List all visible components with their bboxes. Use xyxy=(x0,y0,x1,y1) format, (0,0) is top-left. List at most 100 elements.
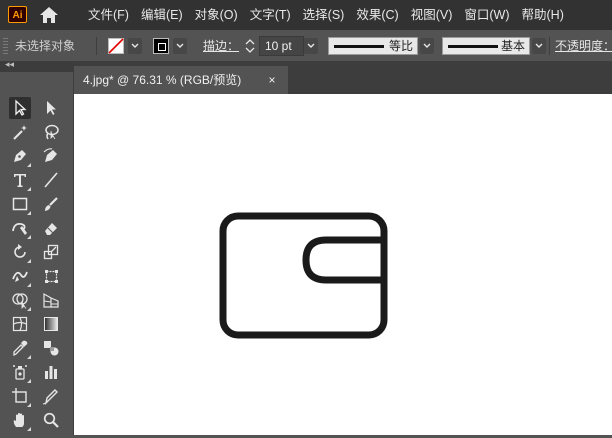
line-segment-tool[interactable] xyxy=(40,169,62,191)
slice-icon xyxy=(42,389,58,405)
pen-tool[interactable] xyxy=(9,145,31,167)
chevron-down-icon xyxy=(535,43,543,48)
paintbrush-icon xyxy=(45,197,58,211)
menu-select[interactable]: 选择(S) xyxy=(297,0,351,30)
wallet-body-shape[interactable] xyxy=(219,212,388,339)
menu-items: 文件(F) 编辑(E) 对象(O) 文字(T) 选择(S) 效果(C) 视图(V… xyxy=(82,0,570,30)
profile-dropdown[interactable] xyxy=(420,38,434,54)
eraser-tool[interactable] xyxy=(40,217,62,239)
app-logo: Ai xyxy=(8,6,27,23)
menu-window[interactable]: 窗口(W) xyxy=(458,0,515,30)
control-bar: 未选择对象 描边： 10 pt 等比 基本 不透明度： xyxy=(0,30,612,62)
variable-width-profile[interactable]: 等比 xyxy=(328,37,418,55)
rotate-tool[interactable] xyxy=(9,241,31,263)
eraser-icon xyxy=(45,223,57,235)
control-bar-grip[interactable] xyxy=(3,38,8,54)
menu-edit[interactable]: 编辑(E) xyxy=(135,0,189,30)
hand-tool[interactable] xyxy=(9,409,31,431)
menu-type[interactable]: 文字(T) xyxy=(244,0,297,30)
collapse-icon[interactable]: ◂◂ xyxy=(5,59,14,70)
tool-group-indicator xyxy=(27,163,31,167)
document-tab[interactable]: 4.jpg* @ 76.31 % (RGB/预览) × xyxy=(74,66,288,94)
fill-swatch[interactable] xyxy=(108,38,124,54)
shaper-tool[interactable] xyxy=(9,217,31,239)
stroke-weight-stepper[interactable] xyxy=(244,37,256,55)
gradient-icon xyxy=(44,317,58,331)
stepper-arrows-icon xyxy=(245,39,255,53)
wallet-clasp-shape[interactable] xyxy=(302,236,384,284)
blend-tool[interactable] xyxy=(40,337,62,359)
wallet-artwork[interactable] xyxy=(74,94,612,435)
tool-group-indicator xyxy=(27,187,31,191)
menu-help[interactable]: 帮助(H) xyxy=(516,0,570,30)
shape-builder-tool[interactable] xyxy=(9,289,31,311)
brush-dropdown[interactable] xyxy=(532,38,546,54)
stroke-swatch-inner xyxy=(158,43,166,51)
tool-group-indicator xyxy=(27,307,31,311)
artboard-tool[interactable] xyxy=(9,385,31,407)
paintbrush-tool[interactable] xyxy=(40,193,62,215)
rectangle-tool[interactable] xyxy=(9,193,31,215)
column-graph-icon xyxy=(45,366,57,379)
magic-wand-icon xyxy=(13,125,27,140)
profile-label: 等比 xyxy=(388,39,413,53)
divider xyxy=(549,37,550,55)
menu-bar: Ai 文件(F) 编辑(E) 对象(O) 文字(T) 选择(S) 效果(C) 视… xyxy=(0,0,612,30)
mesh-icon xyxy=(12,316,28,332)
tool-group-indicator xyxy=(27,283,31,287)
scale-icon xyxy=(43,244,59,260)
tool-group-indicator xyxy=(27,211,31,215)
tool-group-indicator xyxy=(27,235,31,239)
menu-file[interactable]: 文件(F) xyxy=(82,0,135,30)
menu-object[interactable]: 对象(O) xyxy=(189,0,244,30)
mesh-tool[interactable] xyxy=(9,313,31,335)
stroke-weight-dropdown[interactable] xyxy=(304,38,318,54)
zoom-icon xyxy=(43,412,59,428)
perspective-grid-icon xyxy=(43,292,59,308)
magic-wand-tool[interactable] xyxy=(9,121,31,143)
curvature-tool[interactable] xyxy=(40,145,62,167)
curvature-pen-icon xyxy=(43,148,57,162)
tool-group-indicator xyxy=(27,427,31,431)
perspective-grid-tool[interactable] xyxy=(40,289,62,311)
tool-group-indicator xyxy=(27,403,31,407)
line-segment-icon xyxy=(44,172,58,188)
stroke-swatch[interactable] xyxy=(153,38,169,54)
document-tab-title: 4.jpg* @ 76.31 % (RGB/预览) xyxy=(83,73,242,87)
selection-tool[interactable] xyxy=(9,97,31,119)
direct-selection-icon xyxy=(47,101,56,115)
stroke-weight-input[interactable]: 10 pt xyxy=(259,36,304,56)
opacity-label[interactable]: 不透明度： xyxy=(555,30,612,62)
stroke-dropdown[interactable] xyxy=(173,38,187,54)
free-transform-tool[interactable] xyxy=(40,265,62,287)
fill-dropdown[interactable] xyxy=(128,38,142,54)
chevron-down-icon xyxy=(176,43,184,48)
divider xyxy=(96,37,97,55)
lasso-tool[interactable] xyxy=(40,121,62,143)
brush-definition[interactable]: 基本 xyxy=(442,37,530,55)
tool-group-indicator xyxy=(27,259,31,263)
close-icon[interactable]: × xyxy=(265,66,279,94)
width-tool[interactable] xyxy=(9,265,31,287)
eyedropper-tool[interactable] xyxy=(9,337,31,359)
scale-tool[interactable] xyxy=(40,241,62,263)
symbol-sprayer-tool[interactable] xyxy=(9,361,31,383)
brush-label: 基本 xyxy=(500,39,525,53)
profile-preview-line xyxy=(334,45,384,48)
zoom-tool[interactable] xyxy=(40,409,62,431)
type-tool[interactable] xyxy=(9,169,31,191)
tool-group-indicator xyxy=(27,355,31,359)
tools-panel-header[interactable]: ◂◂ xyxy=(0,59,74,72)
blend-icon xyxy=(44,341,59,356)
menu-view[interactable]: 视图(V) xyxy=(405,0,459,30)
direct-selection-tool[interactable] xyxy=(40,97,62,119)
home-icon[interactable] xyxy=(38,5,60,25)
selection-arrow-icon xyxy=(15,99,27,116)
menu-effect[interactable]: 效果(C) xyxy=(350,0,404,30)
chevron-down-icon xyxy=(423,43,431,48)
column-graph-tool[interactable] xyxy=(40,361,62,383)
gradient-tool[interactable] xyxy=(40,313,62,335)
artboard-canvas[interactable] xyxy=(74,94,612,435)
stroke-label[interactable]: 描边： xyxy=(203,30,239,62)
slice-tool[interactable] xyxy=(40,385,62,407)
